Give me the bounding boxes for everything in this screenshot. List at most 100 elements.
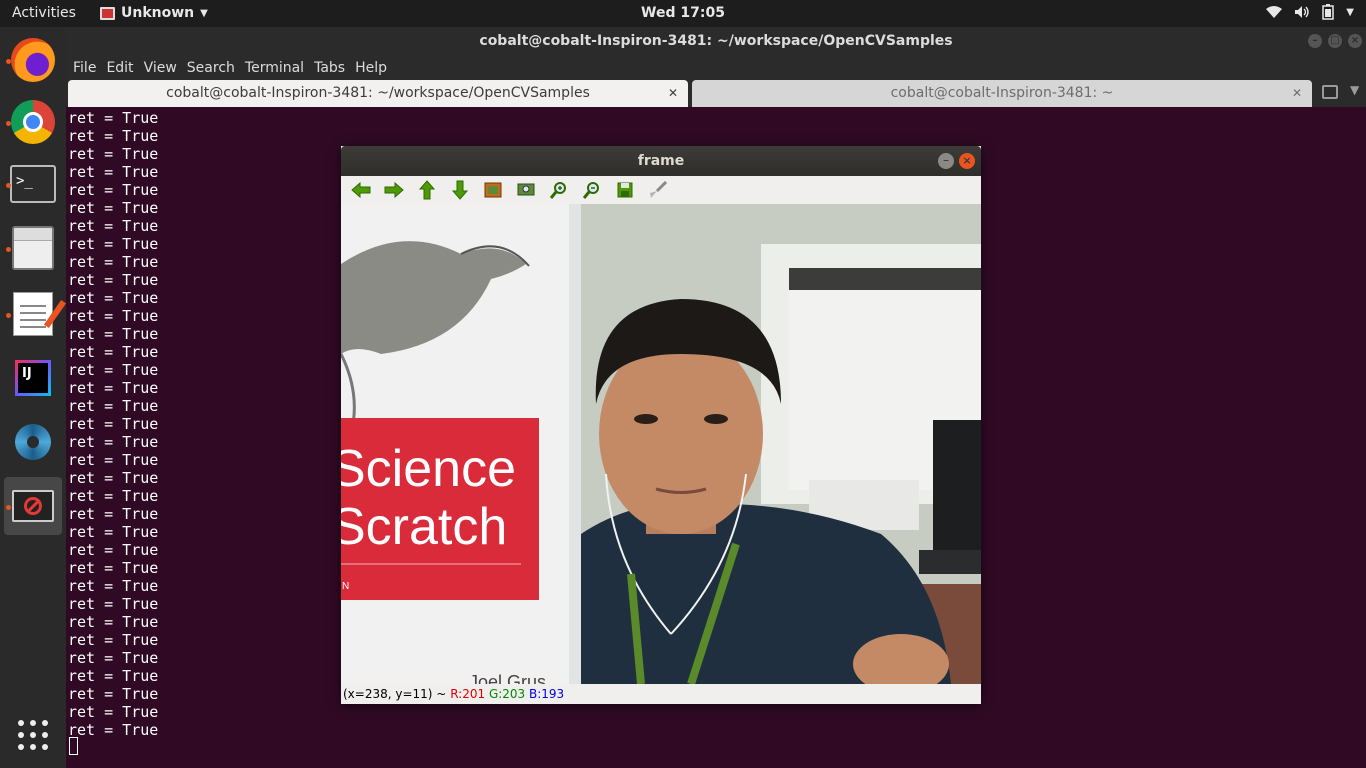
minimize-button[interactable]: – — [938, 153, 954, 169]
minimize-button[interactable]: – — [1308, 34, 1322, 48]
frame-toolbar — [341, 176, 981, 204]
pan-left-icon[interactable] — [351, 180, 371, 200]
zoom-out-icon[interactable] — [582, 180, 602, 200]
top-bar: Activities Unknown ▼ Wed 17:05 ▼ — [0, 0, 1366, 27]
pan-right-icon[interactable] — [384, 180, 404, 200]
terminal-line: ret = True — [68, 541, 159, 559]
terminal-line: ret = True — [68, 613, 159, 631]
chrome-icon — [11, 100, 55, 144]
terminal-line: ret = True — [68, 397, 159, 415]
system-tray[interactable]: ▼ — [1266, 4, 1354, 20]
terminal-line: ret = True — [68, 379, 159, 397]
terminal-tabbar: cobalt@cobalt-Inspiron-3481: ~/workspace… — [66, 80, 1366, 107]
clock[interactable]: Wed 17:05 — [0, 5, 1366, 21]
dock-chrome[interactable] — [4, 93, 62, 151]
system-menu-chevron-icon: ▼ — [1346, 6, 1354, 18]
zoom-original-icon[interactable] — [516, 180, 536, 200]
terminal-line: ret = True — [68, 361, 159, 379]
tab-home[interactable]: cobalt@cobalt-Inspiron-3481: ~ ✕ — [692, 80, 1312, 107]
tab-close-icon[interactable]: ✕ — [1292, 80, 1302, 107]
terminal-line: ret = True — [68, 667, 159, 685]
terminal-line: ret = True — [68, 415, 159, 433]
terminal-line: ret = True — [68, 469, 159, 487]
terminal-line: ret = True — [68, 505, 159, 523]
terminal-titlebar[interactable]: cobalt@cobalt-Inspiron-3481: ~/workspace… — [66, 27, 1366, 55]
close-button[interactable]: × — [959, 153, 975, 169]
tab-close-icon[interactable]: ✕ — [668, 80, 678, 107]
dock-text-editor[interactable] — [4, 285, 62, 343]
zoom-fit-image-icon[interactable] — [483, 180, 503, 200]
terminal-cursor — [69, 737, 78, 755]
menu-help[interactable]: Help — [355, 60, 387, 76]
close-button[interactable]: × — [1348, 34, 1362, 48]
menu-file[interactable]: File — [73, 60, 96, 76]
tabs-menu-chevron-icon[interactable]: ▼ — [1350, 83, 1359, 97]
new-tab-icon[interactable] — [1322, 85, 1338, 99]
frame-status-bar: (x=238, y=11) ~ R:201 G:203 B:193 — [341, 684, 981, 704]
book-title-line2: Scratch — [341, 498, 507, 556]
book-small-letter: N — [342, 581, 349, 592]
pixel-blue-value: B:193 — [529, 687, 565, 701]
running-indicator — [6, 505, 11, 510]
terminal-line: ret = True — [68, 559, 159, 577]
terminal-lines: ret = True ret = True ret = True ret = True… — [68, 109, 158, 739]
terminal-line: ret = True — [68, 253, 159, 271]
terminal-line: ret = True — [68, 145, 159, 163]
blocked-app-icon — [12, 490, 54, 522]
terminal-line: ret = True — [68, 163, 159, 181]
dock-shutter[interactable] — [4, 413, 62, 471]
menu-search[interactable]: Search — [187, 60, 235, 76]
terminal-line: ret = True — [68, 721, 159, 739]
maximize-button[interactable]: □ — [1328, 34, 1342, 48]
tab-label: cobalt@cobalt-Inspiron-3481: ~ — [890, 85, 1114, 101]
zoom-in-icon[interactable] — [549, 180, 569, 200]
terminal-line: ret = True — [68, 577, 159, 595]
menu-edit[interactable]: Edit — [106, 60, 133, 76]
terminal-line: ret = True — [68, 595, 159, 613]
terminal-line: ret = True — [68, 649, 159, 667]
pan-up-icon[interactable] — [417, 180, 437, 200]
dock-intellij[interactable]: IJ — [4, 349, 62, 407]
terminal-line: ret = True — [68, 289, 159, 307]
terminal-line: ret = True — [68, 523, 159, 541]
terminal-line: ret = True — [68, 433, 159, 451]
frame-title: frame — [637, 153, 685, 169]
dock-unknown-app[interactable] — [4, 477, 62, 535]
frame-window: frame – × Science Scratch N Joel Grus (x… — [341, 146, 981, 704]
webcam-frame-canvas: Science Scratch N Joel Grus — [341, 204, 981, 684]
intellij-icon: IJ — [15, 360, 51, 396]
terminal-line: ret = True — [68, 109, 159, 127]
terminal-line: ret = True — [68, 703, 159, 721]
pan-down-icon[interactable] — [450, 180, 470, 200]
menu-terminal[interactable]: Terminal — [245, 60, 304, 76]
show-applications-icon[interactable] — [18, 720, 48, 750]
dock-files[interactable] — [4, 219, 62, 277]
pixel-red-value: R:201 — [450, 687, 486, 701]
terminal-line: ret = True — [68, 451, 159, 469]
terminal-title: cobalt@cobalt-Inspiron-3481: ~/workspace… — [479, 33, 953, 49]
terminal-line: ret = True — [68, 235, 159, 253]
terminal-menubar: File Edit View Search Terminal Tabs Help — [66, 55, 1366, 80]
menu-view[interactable]: View — [144, 60, 177, 76]
firefox-icon — [11, 38, 55, 82]
dock-firefox[interactable] — [4, 31, 62, 89]
tab-opencvsamples[interactable]: cobalt@cobalt-Inspiron-3481: ~/workspace… — [68, 80, 688, 107]
terminal-line: ret = True — [68, 631, 159, 649]
shutter-icon — [15, 424, 51, 460]
frame-titlebar[interactable]: frame — [341, 146, 981, 176]
terminal-line: ret = True — [68, 685, 159, 703]
save-icon[interactable] — [615, 180, 635, 200]
menu-tabs[interactable]: Tabs — [314, 60, 345, 76]
running-indicator — [6, 183, 11, 188]
volume-icon — [1295, 6, 1309, 18]
terminal-line: ret = True — [68, 199, 159, 217]
webcam-frame-image[interactable]: Science Scratch N Joel Grus — [341, 204, 981, 684]
text-editor-icon — [13, 292, 53, 336]
dock-terminal[interactable]: >_ — [4, 155, 62, 213]
tab-label: cobalt@cobalt-Inspiron-3481: ~/workspace… — [166, 85, 590, 101]
files-cabinet-icon — [12, 226, 54, 270]
wifi-icon — [1266, 6, 1283, 18]
terminal-line: ret = True — [68, 325, 159, 343]
properties-brush-icon[interactable] — [648, 180, 668, 200]
dock: >_ IJ — [0, 27, 66, 768]
